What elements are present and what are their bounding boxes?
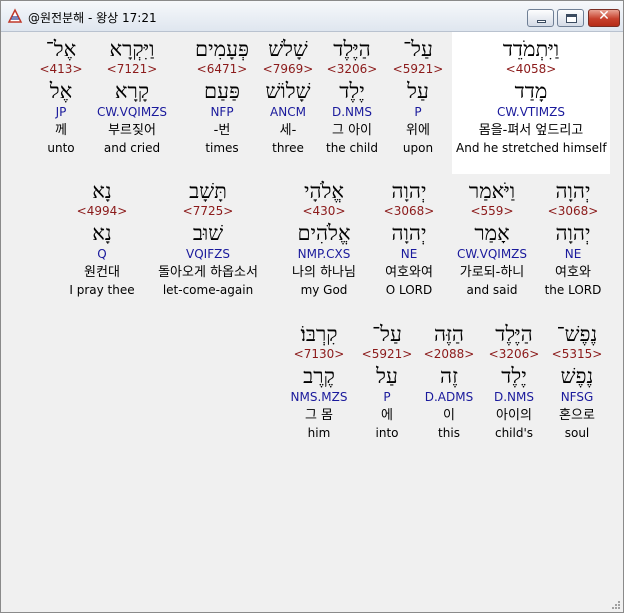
lemma-word: אֶל — [49, 79, 73, 103]
korean-gloss: 그 몸 — [304, 408, 334, 423]
word-column[interactable]: קִרְבּוֹ׃ <7130> קֶרֶב NMS.MZS 그 몸 him — [264, 321, 374, 441]
english-gloss: unto — [47, 141, 75, 155]
parsing-code: VQIFZS — [186, 247, 230, 261]
close-icon: ✕ — [598, 8, 610, 24]
english-gloss: my God — [300, 283, 348, 297]
maximize-icon — [566, 14, 577, 23]
lemma-word: מָדַד — [514, 79, 548, 103]
maximize-button[interactable] — [557, 9, 584, 27]
minimize-button[interactable] — [527, 9, 554, 27]
korean-gloss: 돌아오게 하옵소서 — [158, 265, 258, 280]
hebrew-word: וַיִּתְמֹדֵד — [502, 37, 560, 61]
hebrew-word: אֱלֹהָי — [303, 179, 344, 203]
title-bar[interactable]: @원전분해 - 왕상 17:21 ✕ — [1, 1, 623, 32]
app-icon — [7, 8, 23, 23]
strong-number[interactable]: <4058> — [456, 62, 606, 78]
english-gloss: And he stretched himself — [456, 141, 607, 155]
korean-gloss: 몸을-펴서 엎드리고 — [478, 123, 584, 138]
strong-number[interactable]: <7725> — [153, 204, 263, 220]
lemma-word: שׁוּב — [192, 221, 224, 245]
word-column[interactable]: תָּשָׁב <7725> שׁוּב VQIFZS 돌아오게 하옵소서 let-com… — [153, 178, 263, 298]
english-gloss: let-come-again — [162, 283, 254, 297]
english-gloss: I pray thee — [69, 283, 135, 297]
minimize-icon — [537, 20, 546, 23]
window-title: @원전분해 - 왕상 17:21 — [28, 11, 157, 25]
hebrew-word: אֶל־ — [45, 37, 77, 61]
parsing-code: Q — [97, 247, 107, 261]
word-column[interactable]: וַיִּתְמֹדֵד <4058> מָדַד CW.VTIMZS 몸을-펴서 엎드… — [456, 36, 607, 156]
korean-gloss: 나의 하나님 — [292, 265, 356, 280]
word-column[interactable]: נָא <4994> נָא Q 원컨대 I pray thee — [47, 178, 157, 298]
lemma-word: נָא — [92, 221, 112, 245]
resize-grip[interactable] — [609, 598, 621, 610]
hebrew-word: תָּשָׁב — [189, 179, 227, 203]
strong-number[interactable]: <430> — [269, 204, 379, 220]
strong-number[interactable]: <4994> — [47, 204, 157, 220]
korean-gloss: 원컨대 — [84, 265, 120, 280]
lemma-word: אֱלֹהִים — [297, 221, 351, 245]
app-window: @원전분해 - 왕상 17:21 ✕ וַיִּתְמֹדֵד <4058> מָד… — [0, 0, 624, 613]
parsing-code: NMP.CXS — [297, 247, 351, 261]
close-button[interactable]: ✕ — [588, 8, 620, 27]
lemma-word: קֶרֶב — [303, 364, 335, 388]
hebrew-word: קִרְבּוֹ׃ — [300, 322, 338, 346]
interlinear-panel: וַיִּתְמֹדֵד <4058> מָדַד CW.VTIMZS 몸을-펴서 엎드… — [1, 32, 623, 612]
word-column[interactable]: אֶל־ <413> אֶל JP 께 unto — [6, 36, 116, 156]
hebrew-word: נָא — [92, 179, 112, 203]
parsing-code: CW.VTIMZS — [497, 105, 565, 119]
korean-gloss: 께 — [55, 123, 67, 138]
parsing-code: NMS.MZS — [290, 390, 348, 404]
strong-number[interactable]: <413> — [6, 62, 116, 78]
word-column[interactable]: אֱלֹהָי <430> אֱלֹהִים NMP.CXS 나의 하나님 my God — [269, 178, 379, 298]
english-gloss: him — [307, 426, 331, 440]
parsing-code: JP — [55, 105, 67, 119]
strong-number[interactable]: <7130> — [264, 347, 374, 363]
